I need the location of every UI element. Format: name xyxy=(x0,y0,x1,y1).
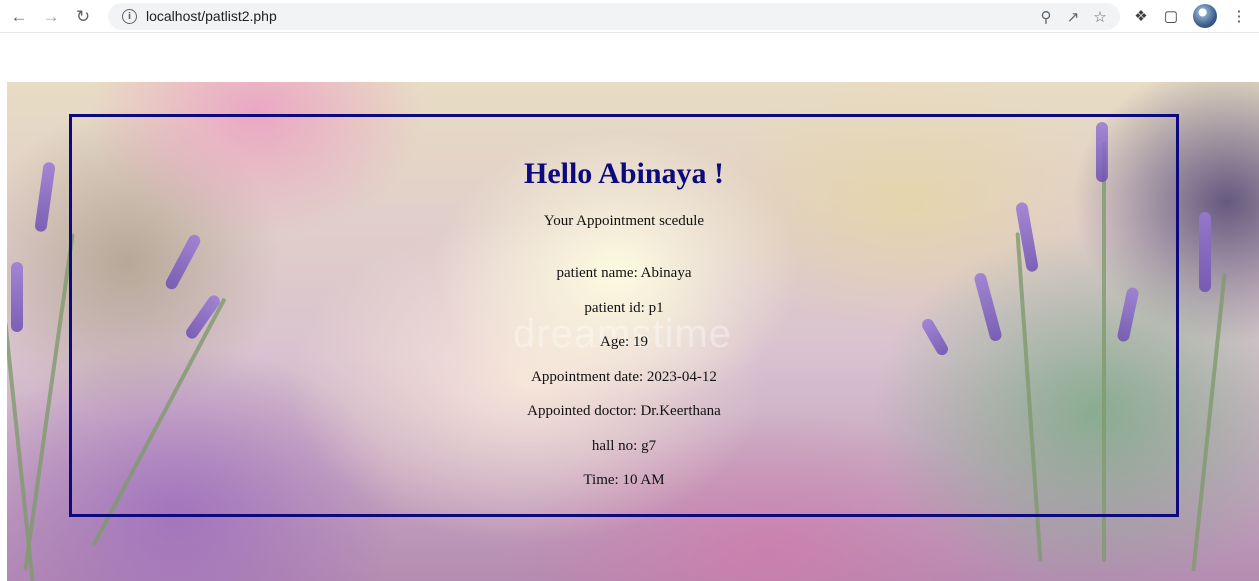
extensions-icon[interactable]: ❖ xyxy=(1130,5,1152,27)
lavender-flower xyxy=(34,161,56,233)
detail-patient-name: patient name: Abinaya xyxy=(556,265,692,281)
lavender-stem xyxy=(23,233,75,571)
lavender-flower xyxy=(11,262,23,332)
share-icon[interactable]: ↗ xyxy=(1063,7,1083,27)
appointment-card: Hello Abinaya ! Your Appointment scedule… xyxy=(69,114,1179,517)
lavender-stem xyxy=(1191,272,1227,572)
detail-hall-no: hall no: g7 xyxy=(591,437,657,454)
profile-avatar[interactable] xyxy=(1193,4,1217,28)
page-subtitle: Your Appointment scedule xyxy=(543,213,705,229)
detail-age: Age: 19 xyxy=(600,334,648,350)
detail-time: Time: 10 AM xyxy=(583,472,665,488)
bookmark-star-icon[interactable]: ☆ xyxy=(1090,7,1110,27)
page-title: Hello Abinaya ! xyxy=(523,157,725,190)
lavender-flower xyxy=(1199,212,1211,292)
lavender-stem xyxy=(7,322,35,581)
back-icon[interactable]: ← xyxy=(8,5,30,27)
side-panel-icon[interactable]: ▢ xyxy=(1160,5,1182,27)
url-text[interactable]: localhost/patlist2.php xyxy=(146,8,277,24)
detail-doctor: Appointed doctor: Dr.Keerthana xyxy=(527,403,721,419)
forward-icon[interactable]: → xyxy=(40,5,62,27)
detail-appointment-date: Appointment date: 2023-04-12 xyxy=(531,368,717,385)
appointment-details: patient name: Abinaya patient id: p1 Age… xyxy=(72,265,1176,507)
zoom-icon[interactable]: ⚲ xyxy=(1036,7,1056,27)
detail-patient-id: patient id: p1 xyxy=(584,299,664,316)
kebab-menu-icon[interactable]: ⋮ xyxy=(1228,5,1250,27)
site-info-icon[interactable]: i xyxy=(122,9,137,24)
address-bar[interactable]: i localhost/patlist2.php ⚲ ↗ ☆ xyxy=(108,3,1120,30)
reload-icon[interactable]: ↻ xyxy=(72,5,94,27)
browser-toolbar: ← → ↻ i localhost/patlist2.php ⚲ ↗ ☆ ❖ ▢… xyxy=(0,0,1259,33)
